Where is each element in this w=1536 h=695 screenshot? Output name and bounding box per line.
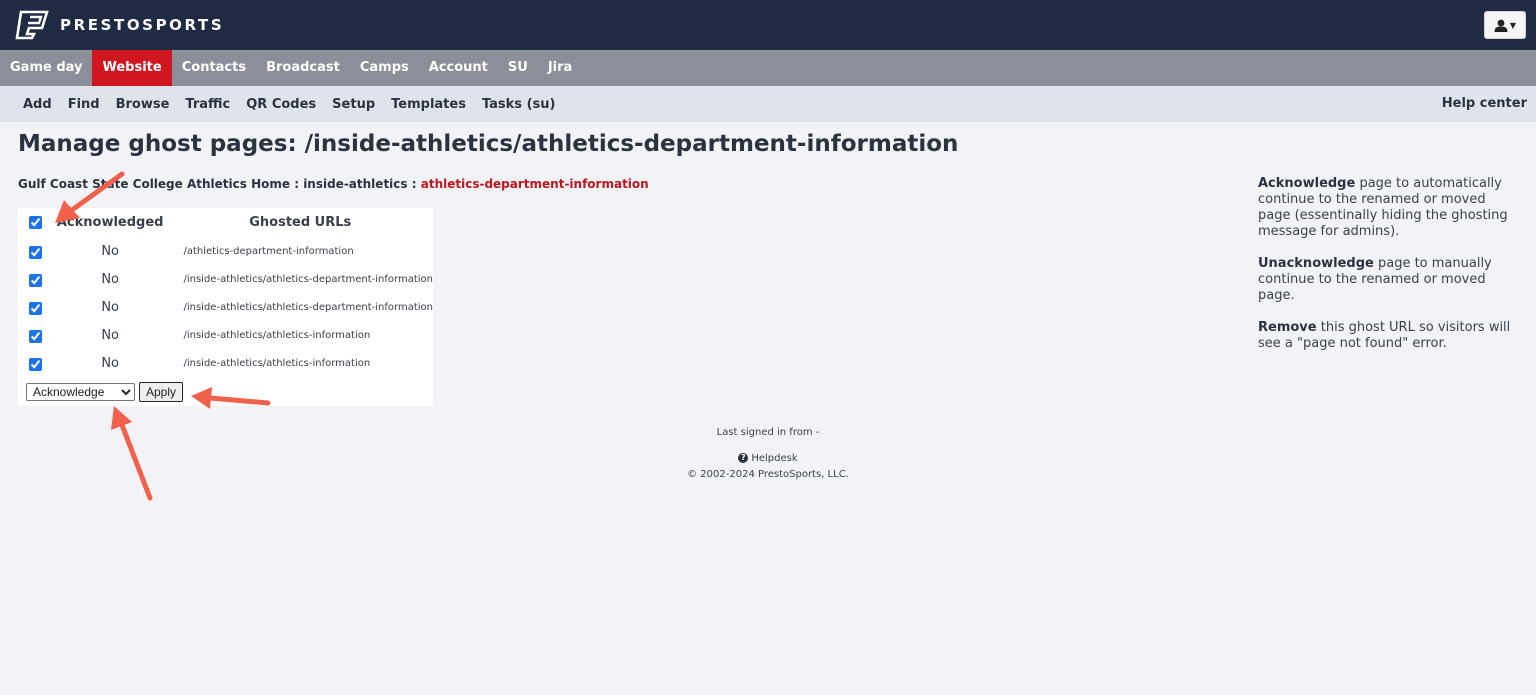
subnav-qr-codes[interactable]: QR Codes [238,97,324,112]
ghost-url-cell: /inside-athletics/athletics-information [183,357,371,369]
row-checkbox[interactable] [28,329,42,343]
subnav-templates[interactable]: Templates [383,97,474,112]
subnav-find[interactable]: Find [60,97,108,112]
chevron-down-icon: ▼ [1509,20,1517,30]
acknowledged-cell: No [101,271,119,287]
main-nav: Game day Website Contacts Broadcast Camp… [0,50,1536,86]
info-term: Acknowledge [1258,176,1356,191]
help-center-link[interactable]: Help center [1442,86,1527,122]
ghost-url-cell: /inside-athletics/athletics-information [183,329,371,341]
top-bar: PRESTOSPORTS ▼ [0,0,1536,50]
breadcrumb-home-link[interactable]: Gulf Coast State College Athletics Home [18,177,290,191]
row-checkbox[interactable] [28,301,42,315]
nav-tab-broadcast[interactable]: Broadcast [256,50,350,86]
user-menu-button[interactable]: ▼ [1484,11,1526,39]
last-signed-in: Last signed in from - [716,427,820,438]
row-checkbox[interactable] [28,245,42,259]
user-icon [1494,19,1508,32]
copyright: © 2002-2024 PrestoSports, LLC. [687,469,849,480]
annotation-arrow-icon [111,406,153,501]
breadcrumb: Gulf Coast State College Athletics Home … [18,177,649,191]
footer: Last signed in from - ? Helpdesk © 2002-2… [568,425,968,483]
ghost-url-cell: /inside-athletics/athletics-department-i… [183,273,433,285]
apply-button[interactable]: Apply [139,382,184,402]
table-row: No /athletics-department-information [18,237,433,265]
prestosports-logo[interactable]: PRESTOSPORTS [14,10,224,40]
helpdesk-link[interactable]: ? Helpdesk [568,451,968,467]
page-title: Manage ghost pages: /inside-athletics/at… [18,131,959,157]
brand-name: PRESTOSPORTS [60,16,225,34]
row-checkbox[interactable] [28,357,42,371]
nav-tab-su[interactable]: SU [498,50,538,86]
ghost-pages-panel: Acknowledged Ghosted URLs No /athletics-… [18,208,433,406]
nav-tab-camps[interactable]: Camps [350,50,419,86]
select-all-checkbox[interactable] [28,216,42,229]
table-row: No /inside-athletics/athletics-departmen… [18,293,433,321]
ghost-url-cell: /athletics-department-information [183,245,354,257]
table-row: No /inside-athletics/athletics-departmen… [18,265,433,293]
subnav-traffic[interactable]: Traffic [177,97,238,112]
action-select[interactable]: Acknowledge [26,383,135,401]
breadcrumb-separator: : [294,177,299,191]
helpdesk-label: Helpdesk [751,453,798,464]
breadcrumb-separator: : [411,177,417,191]
ghost-url-cell: /inside-athletics/athletics-department-i… [183,301,433,313]
sub-nav: Add Find Browse Traffic QR Codes Setup T… [0,86,1536,122]
breadcrumb-section-link[interactable]: inside-athletics [303,177,407,191]
info-unacknowledge: Unacknowledge page to manually continue … [1258,256,1520,304]
subnav-setup[interactable]: Setup [324,97,383,112]
header-ghosted-urls: Ghosted URLs [249,215,352,230]
row-checkbox[interactable] [28,273,42,287]
subnav-add[interactable]: Add [0,97,60,112]
acknowledged-cell: No [101,299,119,315]
info-term: Unacknowledge [1258,256,1374,271]
nav-tab-contacts[interactable]: Contacts [172,50,256,86]
question-circle-icon: ? [738,453,749,463]
subnav-tasks-su[interactable]: Tasks (su) [474,97,564,112]
bulk-actions: Acknowledge Apply [26,382,184,402]
ghost-pages-table: Acknowledged Ghosted URLs No /athletics-… [18,208,433,377]
info-remove: Remove this ghost URL so visitors will s… [1258,320,1520,352]
table-row: No /inside-athletics/athletics-informati… [18,349,433,377]
table-row: No /inside-athletics/athletics-informati… [18,321,433,349]
acknowledged-cell: No [101,243,119,259]
acknowledged-cell: No [101,355,119,371]
subnav-browse[interactable]: Browse [108,97,178,112]
header-acknowledged: Acknowledged [56,215,164,230]
nav-tab-account[interactable]: Account [419,50,498,86]
info-panel: Acknowledge page to automatically contin… [1258,176,1520,368]
prestosports-logo-icon [15,10,49,40]
nav-tab-website[interactable]: Website [92,50,172,86]
info-term: Remove [1258,320,1317,335]
info-acknowledge: Acknowledge page to automatically contin… [1258,176,1520,240]
nav-tab-jira[interactable]: Jira [538,50,582,86]
breadcrumb-current: athletics-department-information [420,177,649,191]
nav-tab-game-day[interactable]: Game day [0,50,92,86]
acknowledged-cell: No [101,327,119,343]
table-header-row: Acknowledged Ghosted URLs [18,208,433,237]
